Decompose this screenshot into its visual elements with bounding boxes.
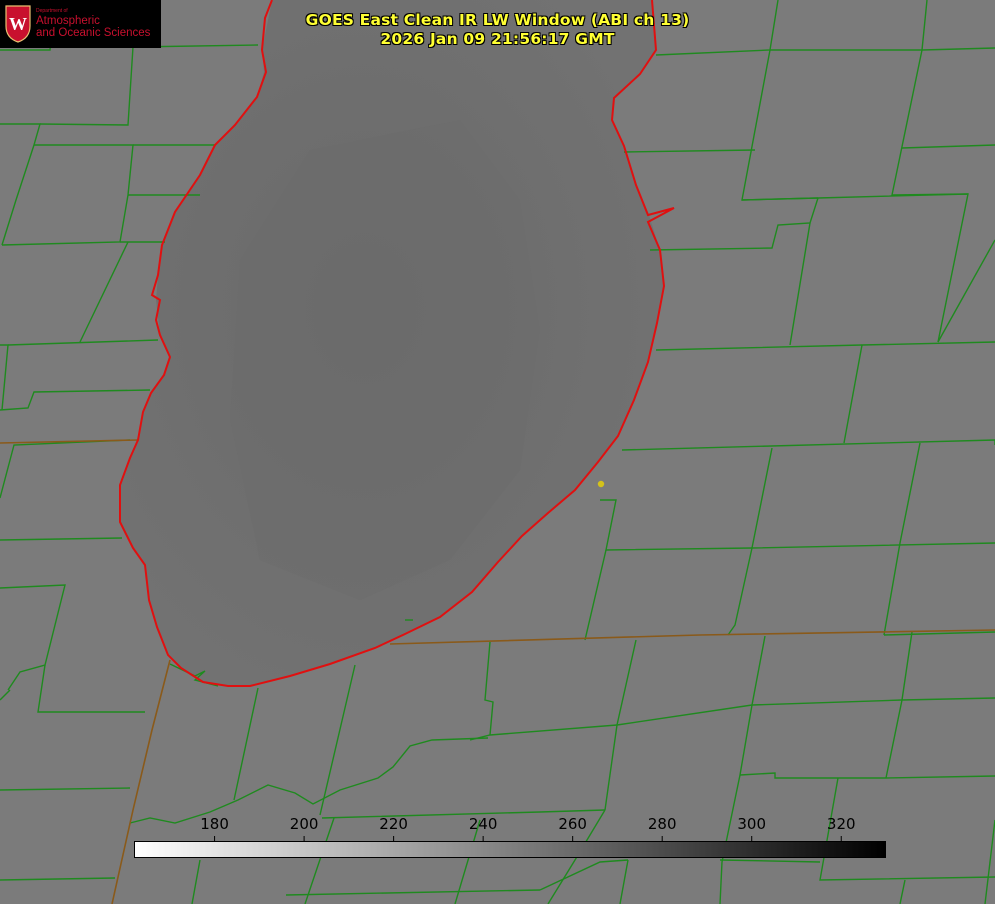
colorbar-tick-label: 280 [647, 815, 677, 833]
colorbar-tick-label: 180 [200, 815, 229, 833]
image-title: GOES East Clean IR LW Window (ABI ch 13) [305, 11, 690, 29]
colorbar-tick-label: 240 [468, 815, 498, 833]
colorbar-tick-label: 200 [289, 815, 319, 833]
image-timestamp: 2026 Jan 09 21:56:17 GMT [380, 30, 615, 48]
colorbar [134, 841, 886, 858]
colorbar-tick-label: 220 [379, 815, 408, 833]
location-marker [597, 480, 605, 488]
colorbar-tick-label: 320 [826, 815, 856, 833]
satellite-image-map [0, 0, 995, 904]
colorbar-tick-label: 260 [558, 815, 587, 833]
colorbar-tick-label: 300 [737, 815, 767, 833]
satellite-viewer: W Department of Atmospheric and Oceanic … [0, 0, 995, 904]
